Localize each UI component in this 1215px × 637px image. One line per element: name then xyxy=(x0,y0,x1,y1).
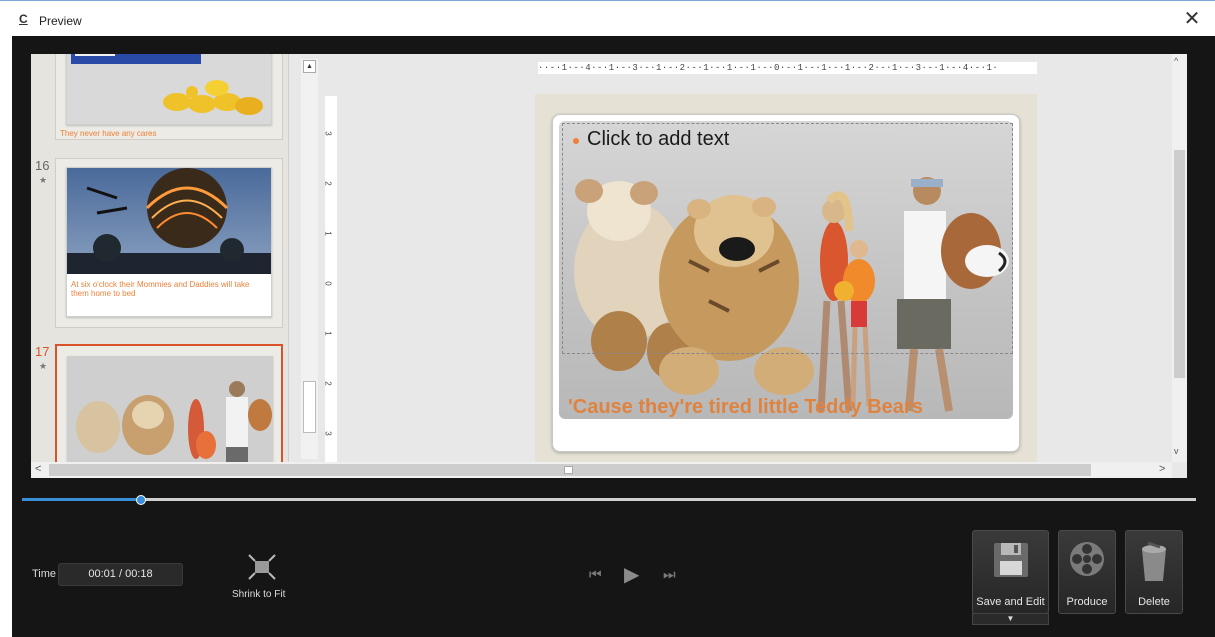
film-reel-icon xyxy=(1070,542,1104,576)
ruler-tick-label: 2 xyxy=(323,381,333,386)
rewind-icon[interactable]: ⏮ xyxy=(589,566,602,583)
viewer-horizontal-scrollbar[interactable]: < > xyxy=(31,462,1172,478)
bullet-icon xyxy=(573,138,579,144)
thumbnail-image xyxy=(68,357,272,462)
shrink-to-fit-label[interactable]: Shrink to Fit xyxy=(232,589,285,600)
thumbnail-caption: They never have any cares xyxy=(60,129,157,138)
thumbnail-scrollbar[interactable]: ▲ xyxy=(301,59,318,459)
ruler-tick-label: 3 xyxy=(323,431,333,436)
scroll-up-icon[interactable]: ^ xyxy=(1174,56,1178,66)
horizontal-ruler: ··-·1·-·4·-·1·-·3·-·1·-·2·-·1·-·1·-·1·-·… xyxy=(538,62,1037,74)
star-icon: ★ xyxy=(39,361,48,371)
ruler-tick-label: 3 xyxy=(323,131,333,136)
vertical-ruler: 3 2 1 0 1 2 3 xyxy=(323,96,337,462)
scroll-left-icon[interactable]: < xyxy=(35,463,41,475)
save-dropdown-button[interactable]: ▼ xyxy=(972,613,1049,625)
time-label: Time xyxy=(32,568,57,580)
thumbnail-number: 17 xyxy=(35,344,50,359)
thumbnail-card: At six o'clock their Mommies and Daddies… xyxy=(66,167,272,317)
save-and-edit-button[interactable]: Save and Edit xyxy=(972,530,1049,614)
scroll-down-icon[interactable]: v xyxy=(1174,446,1179,456)
ruler-tick-label: 1 xyxy=(323,231,333,236)
thumbnail-caption: At six o'clock their Mommies and Daddies… xyxy=(71,280,250,298)
produce-label: Produce xyxy=(1066,596,1108,608)
viewer-vertical-scrollbar[interactable]: ^ v xyxy=(1172,54,1187,462)
thumbnail-number: 16 xyxy=(35,158,50,173)
produce-button[interactable]: Produce xyxy=(1058,530,1116,614)
scroll-up-icon[interactable]: ▲ xyxy=(303,60,316,73)
thumbnail-image xyxy=(67,54,271,124)
slide-viewer: They never have any cares 16 ★ At six o'… xyxy=(31,54,1187,478)
ruler-tick-label: 1 xyxy=(323,331,333,336)
play-icon[interactable]: ▶ xyxy=(624,562,639,587)
fast-forward-icon[interactable]: ⏭ xyxy=(663,566,676,583)
scrollbar-thumb[interactable] xyxy=(1174,150,1185,378)
close-button[interactable]: ✕ xyxy=(1181,9,1203,31)
scrollbar-grip[interactable] xyxy=(564,466,573,474)
thumbnail-slide-17-selected[interactable] xyxy=(55,344,283,462)
trash-bin-icon xyxy=(1142,541,1166,581)
text-placeholder-box[interactable] xyxy=(562,123,1013,354)
click-to-add-text[interactable]: Click to add text xyxy=(587,128,729,151)
thumbnail-image xyxy=(67,168,271,274)
shrink-to-fit-icon[interactable] xyxy=(247,553,277,581)
time-display: 00:01 / 00:18 xyxy=(58,563,183,586)
thumbnail-pane: They never have any cares 16 ★ At six o'… xyxy=(31,54,289,462)
ruler-tick-label: 0 xyxy=(323,281,333,286)
slide-caption[interactable]: 'Cause they're tired little Teddy Bears xyxy=(568,396,923,419)
timeline-progress xyxy=(22,498,140,501)
title-bar: C Preview ✕ xyxy=(0,0,1215,36)
timeline-scrubber[interactable] xyxy=(136,495,146,505)
scrollbar-thumb[interactable] xyxy=(303,381,316,433)
thumbnail-slide-16[interactable]: At six o'clock their Mommies and Daddies… xyxy=(55,158,283,328)
save-and-edit-label: Save and Edit xyxy=(976,596,1045,608)
floppy-disk-icon xyxy=(993,543,1028,577)
thumbnail-slide-15[interactable]: They never have any cares xyxy=(55,54,283,140)
ruler-tick-label: 2 xyxy=(323,181,333,186)
thumbnail-card xyxy=(67,356,273,462)
star-icon: ★ xyxy=(39,175,48,185)
thumbnail-card xyxy=(66,54,272,125)
scroll-right-icon[interactable]: > xyxy=(1159,463,1165,475)
delete-label: Delete xyxy=(1138,596,1170,608)
timeline-track[interactable] xyxy=(22,498,1196,501)
window-title: Preview xyxy=(39,14,82,28)
delete-button[interactable]: Delete xyxy=(1125,530,1183,614)
app-icon: C xyxy=(19,12,28,26)
